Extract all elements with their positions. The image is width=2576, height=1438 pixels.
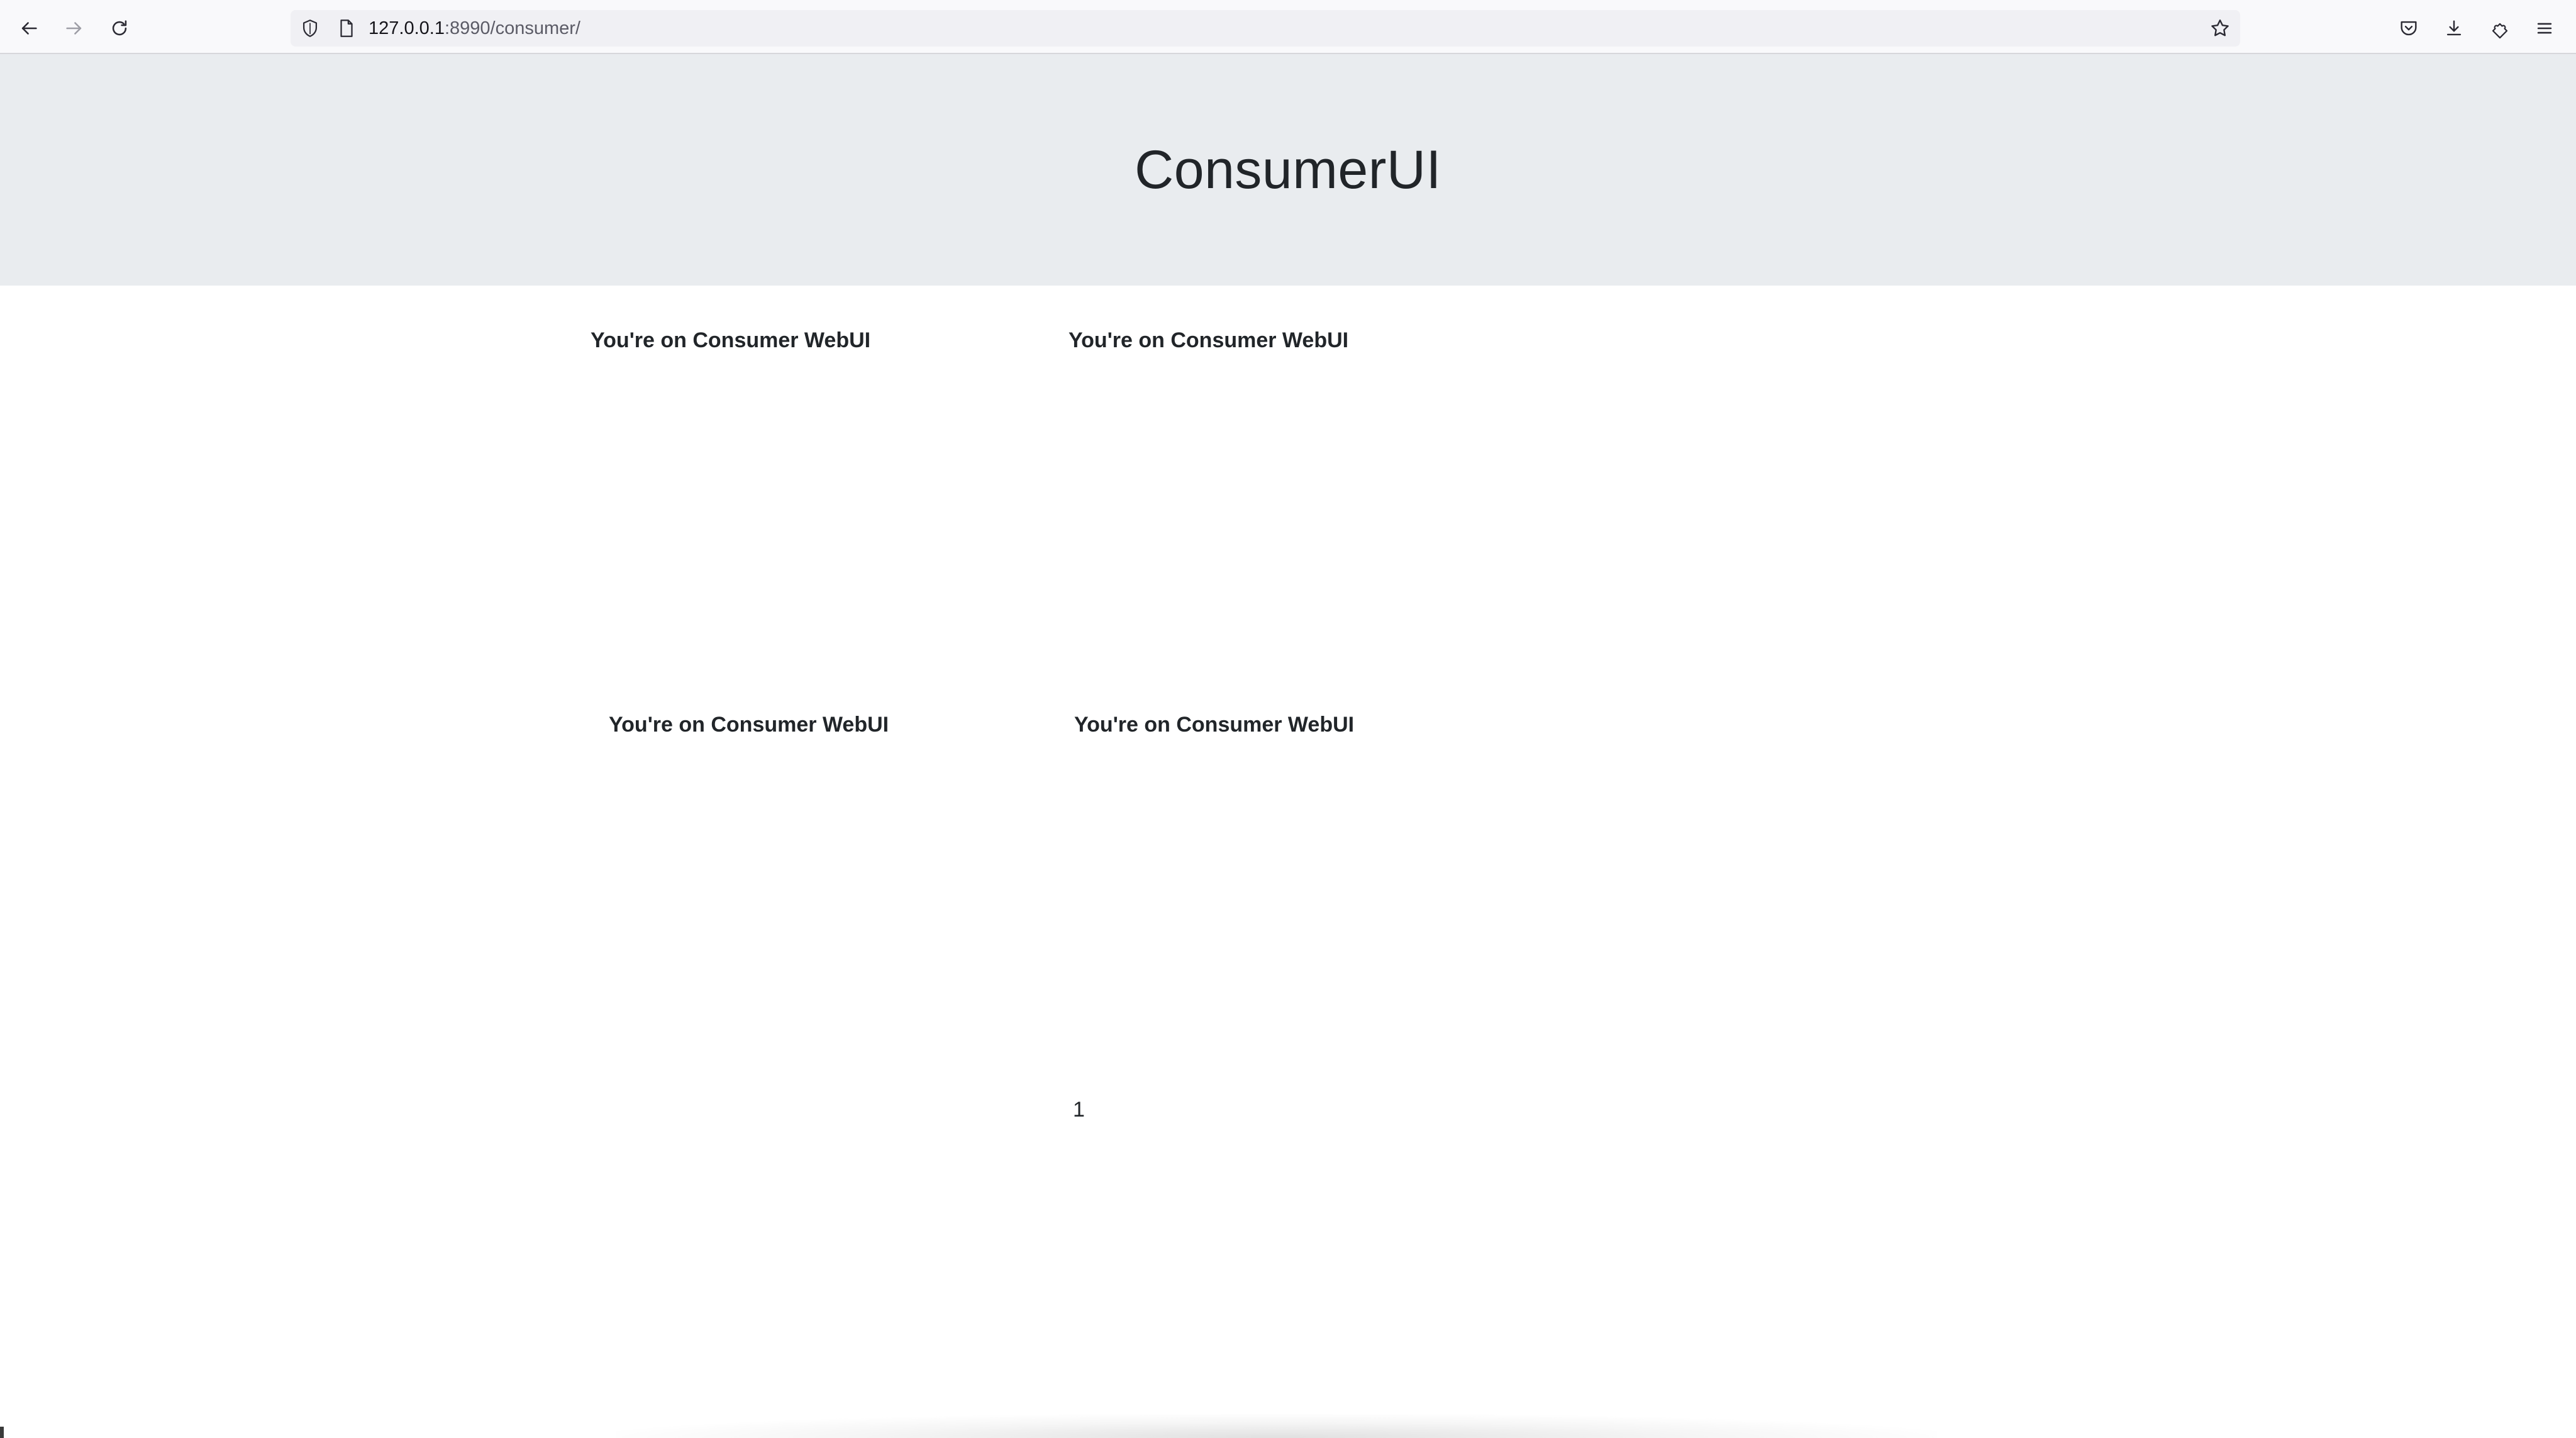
card-title: You're on Consumer WebUI bbox=[591, 328, 871, 352]
puzzle-icon bbox=[2492, 23, 2508, 39]
pagination-current-page[interactable]: 1 bbox=[1073, 1098, 1085, 1122]
bottom-shadow bbox=[616, 1414, 1937, 1438]
reload-icon bbox=[112, 20, 127, 36]
page-icon[interactable] bbox=[336, 18, 357, 39]
hamburger-menu-icon bbox=[2537, 23, 2552, 34]
app-menu-button[interactable] bbox=[2527, 11, 2562, 46]
forward-button[interactable] bbox=[57, 11, 92, 46]
address-bar[interactable]: 127.0.0.1:8990/consumer/ bbox=[291, 10, 2240, 47]
pocket-icon bbox=[2401, 21, 2417, 36]
card-title: You're on Consumer WebUI bbox=[1074, 713, 1355, 737]
forward-arrow-icon bbox=[66, 22, 82, 35]
pocket-button[interactable] bbox=[2391, 11, 2426, 46]
page-title: ConsumerUI bbox=[1135, 139, 1441, 200]
window-corner bbox=[0, 1427, 4, 1438]
browser-toolbar: 127.0.0.1:8990/consumer/ bbox=[0, 0, 2576, 54]
downloads-button[interactable] bbox=[2436, 11, 2472, 46]
url-path: :8990/consumer/ bbox=[444, 18, 580, 38]
star-icon[interactable] bbox=[2209, 17, 2231, 40]
card-title: You're on Consumer WebUI bbox=[1069, 328, 1349, 352]
shield-icon[interactable] bbox=[299, 18, 321, 39]
page-header: ConsumerUI bbox=[0, 54, 2576, 286]
download-icon bbox=[2446, 20, 2462, 36]
card-title: You're on Consumer WebUI bbox=[609, 713, 889, 737]
back-arrow-icon bbox=[21, 22, 37, 35]
back-button[interactable] bbox=[11, 11, 47, 46]
url-text[interactable]: 127.0.0.1:8990/consumer/ bbox=[369, 18, 580, 39]
url-host: 127.0.0.1 bbox=[369, 18, 445, 38]
extensions-button[interactable] bbox=[2482, 11, 2517, 46]
reload-button[interactable] bbox=[102, 11, 137, 46]
